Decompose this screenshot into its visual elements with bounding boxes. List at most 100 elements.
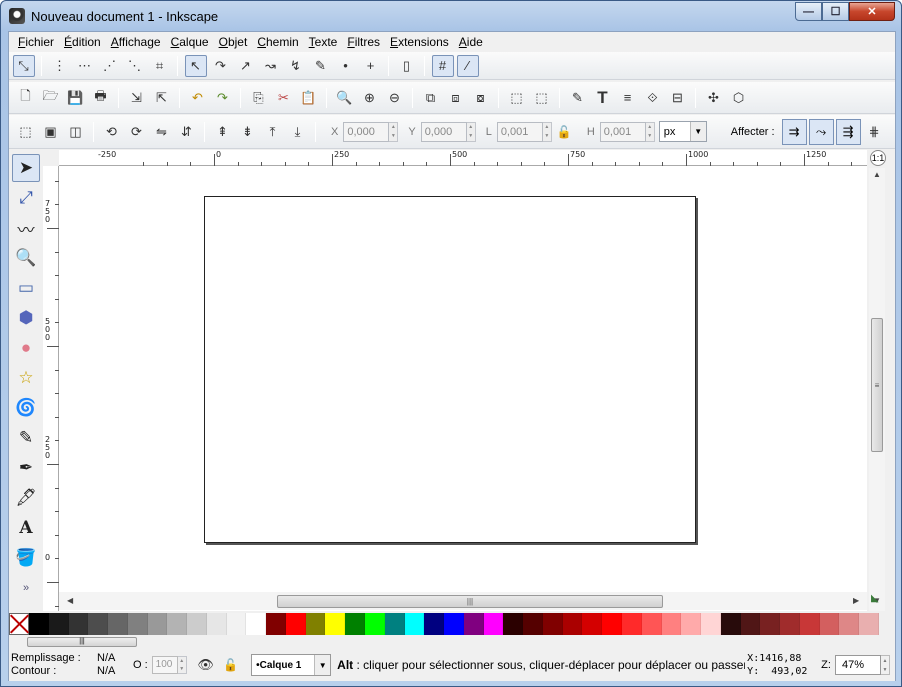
snap-guides-icon[interactable]: ⁄: [456, 54, 479, 77]
open-icon[interactable]: 🗁: [40, 87, 62, 109]
color-swatch[interactable]: [147, 613, 168, 635]
tweak-tool-icon[interactable]: 〰: [12, 214, 40, 242]
snap-rotation-center-icon[interactable]: +: [360, 55, 382, 77]
color-swatch[interactable]: [582, 613, 603, 635]
opacity-stepper[interactable]: ▲ ▼: [177, 656, 187, 674]
layers-icon[interactable]: ≡: [617, 87, 639, 109]
title-bar[interactable]: Nouveau document 1 - Inkscape — ☐ ✕: [1, 1, 901, 31]
layer-visibility-eye-icon[interactable]: 👁: [195, 654, 217, 676]
color-swatch[interactable]: [503, 613, 524, 635]
save-icon[interactable]: 💾: [65, 87, 87, 109]
rotate-cw-icon[interactable]: ⟳: [126, 121, 148, 143]
no-paint-swatch[interactable]: [9, 613, 29, 635]
height-input[interactable]: 0,001: [599, 121, 646, 142]
color-swatch[interactable]: [562, 613, 583, 635]
unit-select[interactable]: px ▼: [658, 121, 707, 142]
3d-box-tool-icon[interactable]: ⬢: [12, 304, 40, 332]
horizontal-scrollbar[interactable]: ◀ ||| ▶: [59, 592, 867, 610]
menu-filtres[interactable]: Filtres: [342, 35, 385, 49]
snap-midpoints-icon[interactable]: ✎: [310, 55, 332, 77]
menu-calque[interactable]: Calque: [166, 35, 214, 49]
color-swatch[interactable]: [839, 613, 860, 635]
color-swatch[interactable]: [483, 613, 504, 635]
y-stepper[interactable]: ▲ ▼: [466, 121, 476, 142]
xml-editor-icon[interactable]: ⟐: [642, 87, 664, 109]
affect-patterns-button[interactable]: ⋕: [863, 121, 885, 143]
zoom-page-icon[interactable]: ⊖: [384, 87, 406, 109]
snap-bbox-corner-icon[interactable]: ⋰: [99, 55, 121, 77]
flip-vertical-icon[interactable]: ⇵: [176, 121, 198, 143]
color-swatch[interactable]: [780, 613, 800, 635]
color-swatch[interactable]: [641, 613, 662, 635]
y-input[interactable]: 0,000: [420, 121, 467, 142]
ungroup-icon[interactable]: ⬚: [531, 87, 553, 109]
color-swatch[interactable]: [523, 613, 543, 635]
zoom-stepper[interactable]: ▲ ▼: [880, 655, 890, 675]
color-swatch[interactable]: [760, 613, 781, 635]
drawing-canvas[interactable]: [59, 166, 867, 611]
affect-stroke-width-button[interactable]: ⇉: [781, 118, 807, 145]
color-swatch[interactable]: [167, 613, 188, 635]
color-swatch[interactable]: [187, 613, 207, 635]
color-swatch[interactable]: [701, 613, 721, 635]
menu-affichage[interactable]: Affichage: [106, 35, 166, 49]
minimize-button[interactable]: —: [795, 2, 822, 21]
color-swatch[interactable]: [602, 613, 622, 635]
snap-paths-icon[interactable]: ↷: [210, 55, 232, 77]
color-swatch[interactable]: [266, 613, 286, 635]
select-all-icon[interactable]: ⬚: [15, 121, 37, 143]
snap-cusp-icon[interactable]: ↝: [260, 55, 282, 77]
current-layer-select[interactable]: •Calque 1 ▼: [251, 654, 332, 676]
selector-tool-icon[interactable]: ➤: [12, 154, 40, 182]
cut-icon[interactable]: ✂: [273, 87, 295, 109]
width-input[interactable]: 0,001: [496, 121, 543, 142]
node-tool-icon[interactable]: ⤢: [12, 184, 40, 212]
color-swatch[interactable]: [444, 613, 464, 635]
snap-bbox-center-icon[interactable]: ⌗: [149, 55, 171, 77]
menu-chemin[interactable]: Chemin: [252, 35, 303, 49]
x-input[interactable]: 0,000: [343, 121, 390, 142]
affect-corners-button[interactable]: ⤳: [808, 118, 834, 145]
ellipse-tool-icon[interactable]: ●: [12, 334, 40, 362]
raise-to-top-icon[interactable]: ⇞: [212, 121, 234, 143]
pencil-tool-icon[interactable]: ✎: [12, 424, 40, 452]
color-swatch[interactable]: [384, 613, 405, 635]
selected-style-indicator[interactable]: Remplissage : N/A Contour : N/A: [9, 652, 127, 678]
vertical-ruler[interactable]: 7 5 0 5 0 0 2 5 0 0: [43, 166, 59, 611]
menu-extensions[interactable]: Extensions: [385, 35, 454, 49]
lower-icon[interactable]: ⤒: [262, 121, 284, 143]
menu-fichier[interactable]: Fichier: [13, 35, 59, 49]
star-tool-icon[interactable]: ☆: [12, 364, 40, 392]
redo-icon[interactable]: ↷: [212, 87, 234, 109]
color-swatch[interactable]: [799, 613, 820, 635]
palette-menu-icon[interactable]: ◣: [871, 593, 879, 604]
new-document-icon[interactable]: 🗋: [15, 87, 37, 109]
calligraphy-tool-icon[interactable]: 🖋: [12, 484, 40, 512]
snap-smooth-icon[interactable]: ↯: [285, 55, 307, 77]
color-swatch[interactable]: [29, 613, 49, 635]
more-tools-icon[interactable]: »: [23, 582, 29, 594]
palette-scrollbar[interactable]: |||: [9, 636, 895, 648]
preferences-icon[interactable]: ✣: [703, 87, 725, 109]
spray-tool-icon[interactable]: 🪣: [12, 544, 40, 572]
rectangle-tool-icon[interactable]: ▭: [12, 274, 40, 302]
rotate-ccw-icon[interactable]: ⟲: [101, 121, 123, 143]
color-swatch[interactable]: [305, 613, 326, 635]
deselect-icon[interactable]: ◫: [65, 121, 87, 143]
color-swatch[interactable]: [424, 613, 445, 635]
zoom-tool-icon[interactable]: 🔍: [12, 244, 40, 272]
scroll-right-arrow-icon[interactable]: ▶: [853, 596, 859, 605]
color-swatch[interactable]: [88, 613, 109, 635]
close-button[interactable]: ✕: [849, 2, 895, 21]
menu-objet[interactable]: Objet: [214, 35, 253, 49]
text-font-icon[interactable]: T: [592, 87, 614, 109]
color-swatch[interactable]: [325, 613, 346, 635]
color-swatch[interactable]: [819, 613, 840, 635]
color-swatch[interactable]: [463, 613, 484, 635]
pen-tool-icon[interactable]: ✒: [12, 454, 40, 482]
scroll-up-arrow-icon[interactable]: ▲: [873, 170, 881, 179]
snap-intersections-icon[interactable]: ↗: [235, 55, 257, 77]
maximize-button[interactable]: ☐: [822, 2, 849, 21]
color-swatch[interactable]: [48, 613, 69, 635]
clone-icon[interactable]: ⧈: [445, 87, 467, 109]
